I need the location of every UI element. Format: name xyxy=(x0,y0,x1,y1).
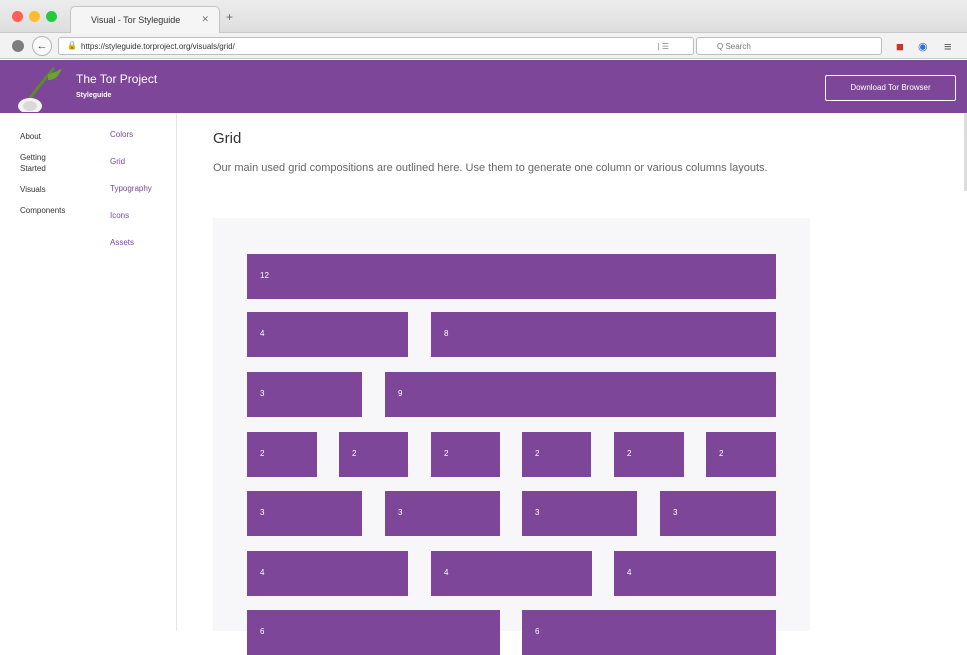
grid-cell-8: 8 xyxy=(431,312,776,357)
shield-icon[interactable]: ■ xyxy=(896,39,904,54)
grid-cell-9: 9 xyxy=(385,372,776,417)
grid-cell-3: 3 xyxy=(660,491,776,536)
identity-icon[interactable] xyxy=(12,40,24,52)
grid-cell-3: 3 xyxy=(247,372,362,417)
globe-icon[interactable]: ◉ xyxy=(918,40,928,53)
intro-text: Our main used grid compositions are outl… xyxy=(213,162,768,174)
url-input[interactable]: 🔒 https://styleguide.torproject.org/visu… xyxy=(58,37,694,55)
brand-subtitle: Styleguide xyxy=(76,92,112,99)
nav-item-about[interactable]: About xyxy=(20,131,100,142)
grid-cell-4: 4 xyxy=(614,551,776,596)
nav-item-typography[interactable]: Typography xyxy=(110,183,170,194)
nav-item-icons[interactable]: Icons xyxy=(110,210,170,221)
grid-cell-4: 4 xyxy=(247,551,408,596)
nav-item-components[interactable]: Components xyxy=(20,205,100,216)
tab-title: Visual - Tor Styleguide xyxy=(91,15,181,25)
grid-demo: 12 4 8 3 9 2 2 2 2 2 2 3 3 3 3 4 4 4 6 6 xyxy=(213,218,810,655)
new-tab-icon[interactable]: + xyxy=(226,10,233,24)
grid-cell-3: 3 xyxy=(522,491,637,536)
menu-icon[interactable]: ≡ xyxy=(944,39,952,54)
sidebar: About Getting Started Visuals Components… xyxy=(0,113,177,631)
brand-title[interactable]: The Tor Project xyxy=(76,72,157,86)
nav-item-colors[interactable]: Colors xyxy=(110,129,170,140)
close-window-button[interactable] xyxy=(12,11,23,22)
nav-item-assets[interactable]: Assets xyxy=(110,237,170,248)
grid-cell-2: 2 xyxy=(431,432,500,477)
grid-cell-6: 6 xyxy=(522,610,776,655)
grid-cell-2: 2 xyxy=(706,432,776,477)
site-header: The Tor Project Styleguide Download Tor … xyxy=(0,60,967,113)
zoom-window-button[interactable] xyxy=(46,11,57,22)
grid-cell-4: 4 xyxy=(431,551,592,596)
browser-navbar: ← 🔒 https://styleguide.torproject.org/vi… xyxy=(0,33,967,59)
grid-cell-3: 3 xyxy=(385,491,500,536)
search-input[interactable]: Q Search xyxy=(696,37,882,55)
browser-tab[interactable]: Visual - Tor Styleguide ✕ xyxy=(70,6,220,33)
grid-cell-2: 2 xyxy=(614,432,684,477)
grid-cell-6: 6 xyxy=(247,610,500,655)
grid-cell-4: 4 xyxy=(247,312,408,357)
grid-cell-3: 3 xyxy=(247,491,362,536)
page-title: Grid xyxy=(213,130,242,147)
secondary-nav: Colors Grid Typography Icons Assets xyxy=(110,129,170,264)
url-text: https://styleguide.torproject.org/visual… xyxy=(81,42,235,51)
grid-cell-2: 2 xyxy=(522,432,591,477)
nav-item-visuals[interactable]: Visuals xyxy=(20,184,100,195)
grid-cell-2: 2 xyxy=(339,432,408,477)
grid-cell-12: 12 xyxy=(247,254,776,299)
reader-view-icon[interactable]: | ☰ xyxy=(658,42,669,51)
browser-titlebar: Visual - Tor Styleguide ✕ + xyxy=(0,0,967,33)
tor-onion-logo[interactable] xyxy=(14,66,64,112)
lock-icon: 🔒 xyxy=(67,41,77,50)
minimize-window-button[interactable] xyxy=(29,11,40,22)
back-icon[interactable]: ← xyxy=(32,36,52,56)
tab-close-icon[interactable]: ✕ xyxy=(201,14,209,25)
nav-item-grid[interactable]: Grid xyxy=(110,156,170,167)
download-tor-browser-button[interactable]: Download Tor Browser xyxy=(825,75,956,101)
primary-nav: About Getting Started Visuals Components xyxy=(20,131,100,226)
nav-item-getting-started[interactable]: Getting Started xyxy=(20,152,60,174)
grid-cell-2: 2 xyxy=(247,432,317,477)
